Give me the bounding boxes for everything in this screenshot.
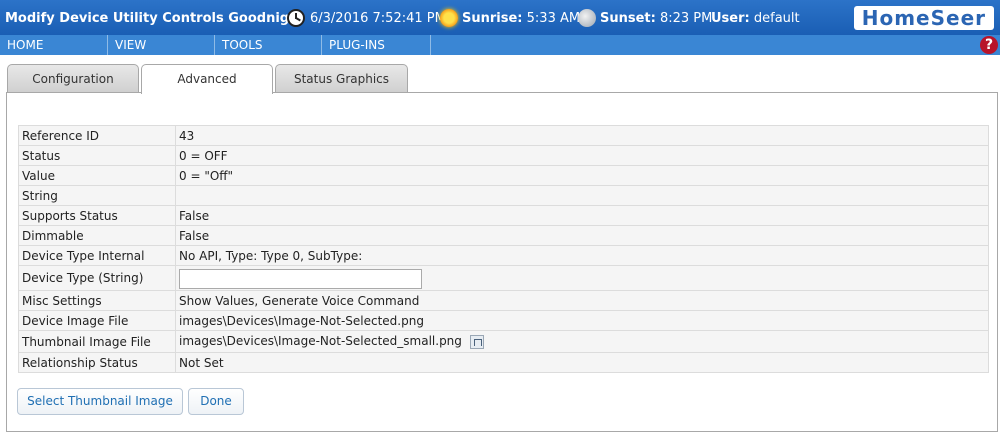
homeseer-logo[interactable]: HomeSeer [853,6,994,30]
property-label: Supports Status [18,205,176,226]
property-label: Reference ID [18,125,176,146]
datetime-text: 6/3/2016 7:52:41 PM [310,11,446,26]
device-properties-table: Reference ID 43 Status 0 = OFF Value 0 = "O… [18,125,989,373]
moon-icon [578,9,596,27]
menu-tools[interactable]: TOOLS [215,35,322,55]
select-thumbnail-button[interactable]: Select Thumbnail Image [17,388,183,415]
table-row: Relationship Status Not Set [18,352,989,373]
property-value: 43 [175,125,989,146]
property-label: String [18,185,176,206]
property-label: Device Type Internal [18,245,176,266]
property-label: Device Type (String) [18,265,176,291]
property-value-cell [175,265,989,291]
table-row: Status 0 = OFF [18,145,989,166]
table-row: Thumbnail Image File images\Devices\Image… [18,330,989,353]
sunrise-info: Sunrise: 5:33 AM [462,11,580,26]
sunrise-value: 5:33 AM [526,11,581,26]
property-value: No API, Type: Type 0, SubType: [175,245,989,266]
user-info: User: default [711,11,800,26]
sunset-label: Sunset: [600,11,656,26]
menu-home[interactable]: HOME [0,35,108,55]
help-icon[interactable]: ? [980,36,998,54]
property-value: False [175,225,989,246]
property-label: Thumbnail Image File [18,330,176,353]
tab-status-graphics[interactable]: Status Graphics [275,64,408,93]
main-menu-bar: HOME VIEW TOOLS PLUG-INS [0,35,1000,55]
table-row: Supports Status False [18,205,989,226]
property-value: Show Values, Generate Voice Command [175,290,989,311]
menu-plug-ins[interactable]: PLUG-INS [322,35,431,55]
property-label: Status [18,145,176,166]
property-value: images\Devices\Image-Not-Selected_small.… [179,334,462,349]
table-row: Value 0 = "Off" [18,165,989,186]
table-row: Device Type Internal No API, Type: Type 0… [18,245,989,266]
table-row: Reference ID 43 [18,125,989,146]
sunset-value: 8:23 PM [659,11,713,26]
property-value-cell: images\Devices\Image-Not-Selected_small.… [175,330,989,353]
property-value: 0 = "Off" [175,165,989,186]
property-value: 0 = OFF [175,145,989,166]
property-label: Value [18,165,176,186]
user-label: User: [711,11,750,26]
clock-icon [287,9,305,27]
clear-thumbnail-icon[interactable] [469,334,484,349]
property-label: Dimmable [18,225,176,246]
property-label: Relationship Status [18,352,176,373]
table-row: Device Type (String) [18,265,989,291]
property-value: images\Devices\Image-Not-Selected.png [175,310,989,331]
device-type-string-input[interactable] [179,269,422,289]
sunrise-label: Sunrise: [462,11,523,26]
sun-icon [440,9,458,27]
tab-configuration[interactable]: Configuration [7,64,139,93]
done-button[interactable]: Done [188,388,244,415]
table-row: Device Image File images\Devices\Image-No… [18,310,989,331]
menu-view[interactable]: VIEW [108,35,215,55]
property-value: False [175,205,989,226]
page-title: Modify Device Utility Controls Goodnig..… [5,11,304,26]
property-label: Device Image File [18,310,176,331]
table-row: Dimmable False [18,225,989,246]
tab-advanced[interactable]: Advanced [141,64,273,94]
property-value [175,185,989,206]
table-row: String [18,185,989,206]
property-value: Not Set [175,352,989,373]
table-row: Misc Settings Show Values, Generate Voice… [18,290,989,311]
property-label: Misc Settings [18,290,176,311]
title-bar: Modify Device Utility Controls Goodnig..… [0,0,1000,35]
user-value: default [753,11,800,26]
sunset-info: Sunset: 8:23 PM [600,11,712,26]
